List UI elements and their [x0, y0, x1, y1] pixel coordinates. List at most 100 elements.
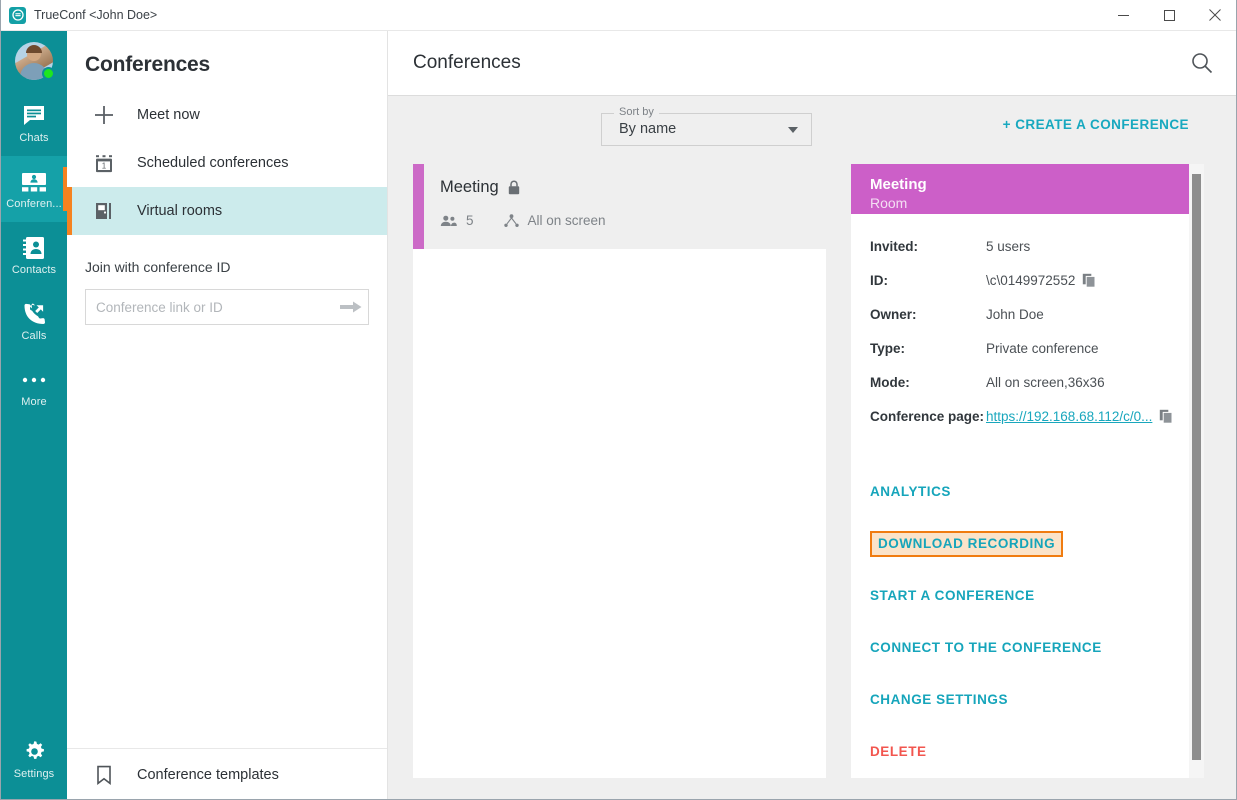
download-recording-wrap: DOWNLOAD RECORDING	[870, 518, 1204, 570]
trueconf-app-window: TrueConf <John Doe> Chats Conferen... Co…	[0, 0, 1237, 800]
phone-call-icon	[21, 301, 47, 327]
all-on-screen-icon	[503, 213, 519, 228]
change-settings-button[interactable]: CHANGE SETTINGS	[870, 674, 1204, 726]
copy-icon[interactable]	[1082, 273, 1096, 288]
connect-to-the-conference-button[interactable]: CONNECT TO THE CONFERENCE	[870, 622, 1204, 674]
ellipsis-icon	[21, 367, 47, 393]
detail-row-conference-page: Conference page: https://192.168.68.112/…	[870, 399, 1204, 433]
menu-item-virtual-rooms-label: Virtual rooms	[137, 203, 223, 219]
detail-value-id-wrap: \c\0149972552	[986, 273, 1096, 288]
conference-link-input[interactable]	[86, 299, 334, 315]
chat-bubble-icon	[22, 103, 46, 129]
window-controls	[1100, 0, 1236, 31]
sidebar-item-calls-label: Calls	[21, 329, 47, 342]
delete-button[interactable]: DELETE	[870, 726, 1204, 778]
avatar[interactable]	[1, 31, 67, 90]
door-room-icon	[93, 200, 115, 222]
join-with-conference-id-label: Join with conference ID	[85, 259, 231, 275]
sidebar-item-settings-label: Settings	[13, 767, 55, 780]
join-conference-box	[85, 289, 369, 325]
search-icon[interactable]	[1185, 46, 1219, 80]
conference-templates-item[interactable]: Conference templates	[67, 748, 387, 799]
detail-value-type: Private conference	[986, 340, 1099, 356]
detail-value-owner: John Doe	[986, 306, 1044, 322]
sidebar-item-conferences[interactable]: Conferen...	[1, 156, 67, 222]
detail-value-id: \c\0149972552	[986, 272, 1076, 288]
calendar-icon: 1	[93, 152, 115, 174]
sidebar-item-chats[interactable]: Chats	[1, 90, 67, 156]
online-status-indicator	[42, 67, 55, 80]
sort-by-select[interactable]: Sort by By name	[601, 106, 812, 146]
detail-label-mode: Mode:	[870, 374, 910, 390]
main-content: Conferences Sort by By name + CREATE A C…	[388, 31, 1236, 799]
conference-templates-label: Conference templates	[137, 766, 279, 783]
menu-item-scheduled-conferences-label: Scheduled conferences	[137, 155, 289, 171]
minimize-icon[interactable]	[1100, 0, 1146, 31]
conference-name-row: Meeting	[440, 178, 606, 197]
copy-icon[interactable]	[1159, 409, 1173, 424]
menu-item-virtual-rooms[interactable]: Virtual rooms	[67, 187, 387, 235]
sidebar-item-more-label: More	[21, 395, 47, 408]
maximize-icon[interactable]	[1146, 0, 1192, 31]
trueconf-logo-icon	[9, 6, 26, 24]
sort-by-value: By name	[619, 121, 677, 137]
conference-card-header: Meeting 5 All on screen	[413, 164, 826, 249]
sort-by-legend: Sort by	[614, 106, 659, 118]
svg-text:1: 1	[102, 162, 107, 171]
sidebar-item-more[interactable]: More	[1, 354, 67, 420]
conference-people-icon	[21, 169, 47, 195]
chevron-down-icon	[788, 127, 798, 133]
analytics-button[interactable]: ANALYTICS	[870, 466, 1204, 518]
primary-nav-rail: Chats Conferen... Contacts Calls More Se…	[1, 31, 67, 799]
sidebar-item-chats-label: Chats	[19, 131, 49, 144]
detail-row-mode: Mode: All on screen,36x36	[870, 365, 1204, 399]
detail-scrollbar-thumb[interactable]	[1192, 174, 1201, 760]
participants-count: 5	[466, 213, 474, 228]
conferences-menu: Meet now 1 Scheduled conferences Virtual…	[67, 91, 387, 235]
main-header: Conferences	[388, 31, 1236, 96]
sidebar-item-conferences-label: Conferen...	[6, 197, 62, 210]
detail-title: Meeting	[870, 176, 927, 193]
arrow-right-icon[interactable]	[334, 290, 368, 324]
conference-page-link[interactable]: https://192.168.68.112/c/0...	[986, 409, 1152, 424]
detail-value-invited: 5 users	[986, 238, 1031, 254]
detail-label-type: Type:	[870, 340, 906, 356]
gear-icon	[22, 739, 47, 765]
conference-card-header-inner: Meeting 5 All on screen	[424, 164, 606, 249]
conferences-panel: Conferences Meet now 1 Scheduled confere…	[67, 31, 388, 799]
detail-value-conference-page-wrap: https://192.168.68.112/c/0...	[986, 409, 1173, 424]
detail-actions: ANALYTICS DOWNLOAD RECORDING START A CON…	[851, 433, 1204, 778]
detail-label-conference-page: Conference page:	[870, 408, 985, 424]
sidebar-item-contacts-label: Contacts	[11, 263, 57, 276]
window-titlebar: TrueConf <John Doe>	[1, 0, 1236, 31]
detail-body: Invited: 5 users ID: \c\0149972552 Owner…	[851, 214, 1204, 433]
detail-value-mode: All on screen,36x36	[986, 374, 1105, 390]
detail-header: Meeting Room	[851, 164, 1204, 214]
menu-item-meet-now-label: Meet now	[137, 107, 200, 123]
close-icon[interactable]	[1192, 0, 1236, 31]
detail-label-id: ID:	[870, 272, 888, 288]
start-a-conference-button[interactable]: START A CONFERENCE	[870, 570, 1204, 622]
avatar-hair	[26, 44, 42, 53]
sidebar-item-contacts[interactable]: Contacts	[1, 222, 67, 288]
sidebar-item-calls[interactable]: Calls	[1, 288, 67, 354]
sidebar-item-settings[interactable]: Settings	[1, 726, 67, 792]
people-icon	[440, 215, 457, 227]
cards-area: Meeting 5 All on screen Meeting Room Inv…	[388, 164, 1236, 799]
menu-item-meet-now[interactable]: Meet now	[67, 91, 387, 139]
download-recording-button[interactable]: DOWNLOAD RECORDING	[870, 531, 1064, 557]
detail-row-id: ID: \c\0149972552	[870, 263, 1204, 297]
plus-icon	[93, 104, 115, 126]
detail-row-owner: Owner: John Doe	[870, 297, 1204, 331]
detail-scrollbar-track[interactable]	[1189, 164, 1204, 778]
content-toolbar: Sort by By name + CREATE A CONFERENCE	[388, 96, 1236, 164]
panel-title: Conferences	[85, 53, 211, 76]
conference-card-body	[413, 249, 826, 778]
conference-name: Meeting	[440, 178, 499, 196]
menu-item-scheduled-conferences[interactable]: 1 Scheduled conferences	[67, 139, 387, 187]
window-title: TrueConf <John Doe>	[34, 8, 158, 22]
conference-list-card[interactable]: Meeting 5 All on screen	[413, 164, 826, 778]
conference-meta: 5 All on screen	[440, 213, 606, 228]
detail-row-type: Type: Private conference	[870, 331, 1204, 365]
create-a-conference-button[interactable]: + CREATE A CONFERENCE	[1003, 117, 1189, 132]
